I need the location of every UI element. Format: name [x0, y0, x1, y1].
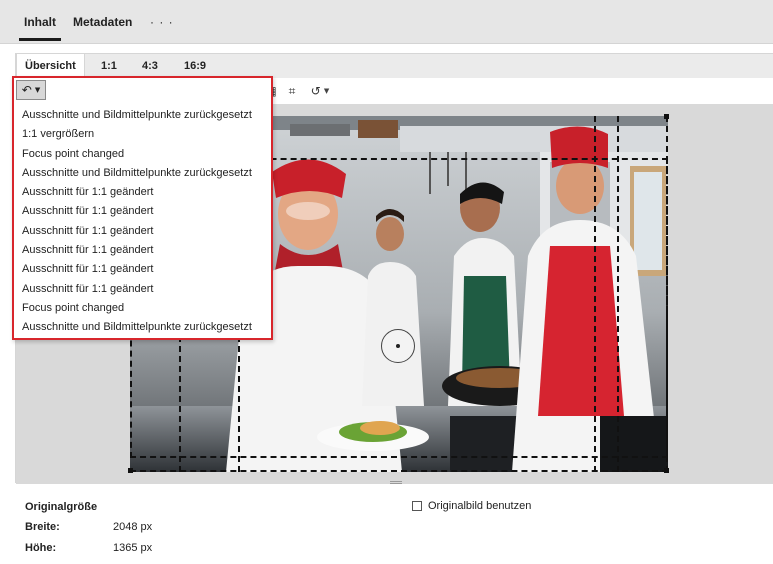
crop-icon: ⌗ [288, 83, 296, 98]
history-item[interactable]: 1:1 vergrößern [14, 125, 271, 144]
undo-history-list: Ausschnitte und Bildmittelpunkte zurückg… [14, 106, 271, 338]
history-item[interactable]: Ausschnitte und Bildmittelpunkte zurückg… [14, 164, 271, 183]
resize-grip[interactable] [390, 481, 402, 484]
tab-inhalt[interactable]: Inhalt [19, 15, 61, 41]
history-item[interactable]: Ausschnitt für 1:1 geändert [14, 260, 271, 279]
history-item[interactable]: Focus point changed [14, 145, 271, 164]
history-item[interactable]: Ausschnitt für 1:1 geändert [14, 222, 271, 241]
history-item[interactable]: Ausschnitt für 1:1 geändert [14, 202, 271, 221]
history-item[interactable]: Ausschnitt für 1:1 geändert [14, 183, 271, 202]
focus-point-marker[interactable] [381, 329, 415, 363]
width-label: Breite: [25, 521, 60, 533]
history-item[interactable]: Focus point changed [14, 299, 271, 318]
chevron-down-icon: ▼ [34, 86, 41, 94]
undo-button-open[interactable]: ↶ ▼ [16, 80, 46, 100]
tab-ratio-1-1[interactable]: 1:1 [101, 60, 117, 72]
chevron-down-icon: ▼ [323, 87, 330, 95]
history-item[interactable]: Ausschnitte und Bildmittelpunkte zurückg… [14, 318, 271, 337]
image-info-panel: Originalgröße Breite: 2048 px Höhe: 1365… [0, 485, 773, 564]
more-tabs-button[interactable]: · · · [150, 15, 174, 29]
history-item[interactable]: Ausschnitt für 1:1 geändert [14, 280, 271, 299]
reset-icon: ↺ [310, 84, 321, 98]
crop-button[interactable]: ⌗ [284, 82, 300, 100]
tab-ratio-4-3[interactable]: 4:3 [142, 60, 158, 72]
top-tab-bar: Inhalt Metadaten · · · [0, 0, 773, 44]
tab-metadaten[interactable]: Metadaten [73, 15, 132, 29]
crop-handle-top-right[interactable] [664, 114, 669, 119]
use-original-checkbox[interactable]: Originalbild benutzen [412, 500, 531, 512]
original-size-heading: Originalgröße [25, 501, 98, 513]
width-value: 2048 px [113, 521, 153, 533]
history-item[interactable]: Ausschnitt für 1:1 geändert [14, 241, 271, 260]
undo-history-dropdown: ↶ ▼ Ausschnitte und Bildmittelpunkte zurü… [12, 76, 273, 340]
tab-uebersicht[interactable]: Übersicht [16, 54, 85, 78]
tab-ratio-16-9[interactable]: 16:9 [184, 60, 206, 72]
undo-icon: ↶ [21, 83, 32, 97]
height-value: 1365 px [113, 542, 153, 554]
checkbox-box[interactable] [412, 501, 422, 511]
height-label: Höhe: [25, 542, 57, 554]
use-original-label: Originalbild benutzen [428, 500, 532, 512]
history-item[interactable]: Ausschnitte und Bildmittelpunkte zurückg… [14, 106, 271, 125]
reset-button[interactable]: ↺ ▼ [305, 82, 335, 100]
crop-handle-bottom-left[interactable] [128, 468, 133, 473]
crop-tab-bar: Übersicht 1:1 4:3 16:9 [16, 54, 773, 78]
crop-handle-bottom-right[interactable] [664, 468, 669, 473]
